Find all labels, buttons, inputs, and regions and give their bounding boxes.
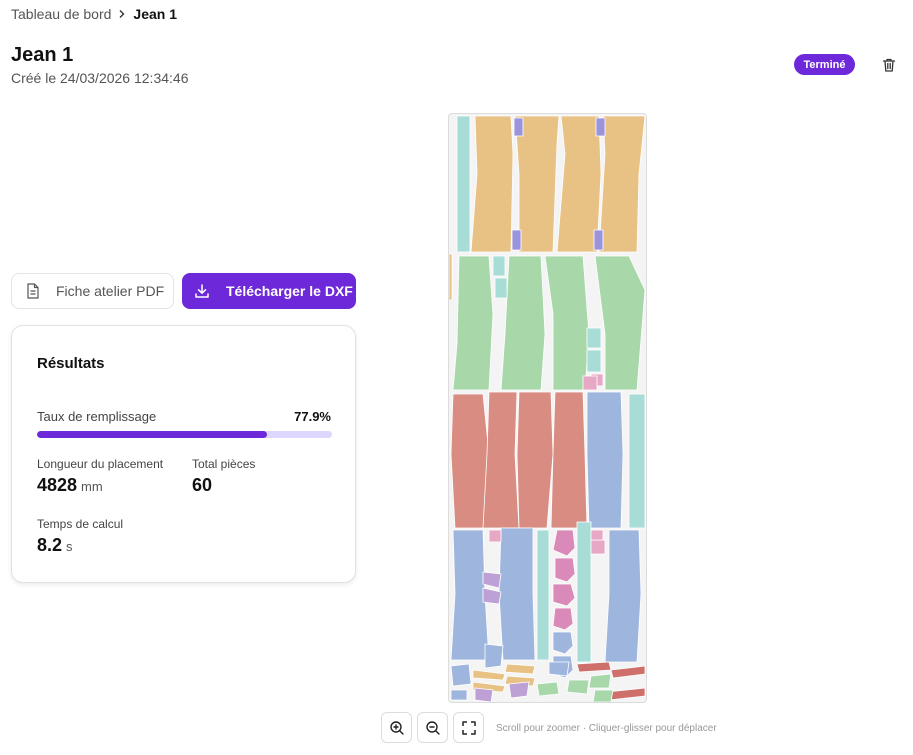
fill-rate-progress-fill [37, 431, 267, 438]
pdf-sheet-button[interactable]: Fiche atelier PDF [11, 273, 174, 309]
zoom-out-button[interactable] [417, 712, 448, 743]
time-stat: 8.2 s [37, 535, 73, 556]
orange-sliver-piece [449, 253, 453, 301]
orange-strip-piece [472, 669, 506, 681]
magenta-piece [552, 583, 576, 607]
time-label: Temps de calcul [37, 517, 124, 531]
orange-strip-piece [504, 663, 536, 675]
orange-leg-piece [470, 115, 514, 253]
teal-strip-piece [456, 115, 471, 253]
purple-small-piece [513, 117, 524, 137]
created-date: Créé le 24/03/2026 12:34:46 [11, 70, 189, 86]
fill-rate-value: 77.9% [294, 409, 331, 424]
nesting-canvas[interactable] [448, 113, 647, 703]
teal-strip-piece [536, 529, 550, 661]
length-label: Longueur du placement [37, 457, 164, 471]
fill-rate-label: Taux de remplissage [37, 409, 157, 424]
teal-small-piece [494, 277, 508, 299]
fullscreen-icon [461, 720, 476, 735]
pink-small-piece [488, 529, 502, 543]
chevron-right-icon [117, 7, 127, 22]
breadcrumb-current: Jean 1 [133, 6, 178, 22]
pdf-button-label: Fiche atelier PDF [56, 283, 165, 299]
green-leg-piece [544, 255, 590, 391]
red-leg-piece [450, 393, 490, 529]
green-small-piece [592, 689, 614, 702]
lavender-piece [482, 587, 502, 605]
blue-leg-piece [498, 527, 536, 661]
green-small-piece [566, 679, 590, 695]
canvas-hint: Scroll pour zoomer · Cliquer-glisser pou… [496, 723, 717, 734]
pieces-label: Total pièces [192, 457, 256, 471]
length-stat: 4828 mm [37, 475, 103, 496]
status-badge: Terminé [794, 54, 855, 75]
pieces-value: 60 [192, 475, 213, 495]
blue-small-piece [450, 663, 472, 687]
teal-small-piece [492, 255, 506, 277]
purple-small-piece [511, 229, 522, 251]
results-title: Résultats [37, 355, 105, 372]
red-leg-piece [516, 391, 554, 529]
pink-small-piece [590, 539, 606, 555]
green-leg-piece [594, 255, 646, 391]
lavender-piece [508, 681, 530, 699]
time-unit: s [66, 539, 73, 554]
purple-small-piece [593, 229, 604, 251]
teal-small-piece [586, 327, 602, 349]
download-dxf-button[interactable]: Télécharger le DXF [182, 273, 356, 309]
lavender-piece [482, 571, 502, 589]
brick-strip-piece [610, 665, 646, 679]
brick-strip-piece [576, 661, 612, 673]
red-leg-piece [550, 391, 588, 529]
blue-small-piece [484, 643, 504, 669]
orange-leg-piece [598, 115, 646, 253]
page-title: Jean 1 [11, 44, 74, 66]
results-card: Résultats Taux de remplissage 77.9% Long… [11, 325, 356, 583]
teal-strip-piece [628, 393, 646, 529]
length-unit: mm [81, 479, 103, 494]
nesting-layout-svg [449, 115, 646, 702]
blue-small-piece [450, 689, 468, 701]
blue-leg-piece [604, 529, 642, 663]
time-value: 8.2 [37, 535, 63, 555]
red-leg-piece [482, 391, 520, 529]
green-small-piece [588, 673, 612, 689]
green-small-piece [536, 681, 560, 697]
download-icon [195, 284, 209, 298]
green-leg-piece [500, 255, 546, 391]
zoom-in-button[interactable] [381, 712, 412, 743]
teal-small-piece [586, 349, 602, 373]
trash-icon [882, 58, 896, 72]
breadcrumb: Tableau de bord Jean 1 [11, 6, 177, 22]
green-leg-piece [452, 255, 494, 391]
blue-small-piece [548, 661, 570, 677]
fit-view-button[interactable] [453, 712, 484, 743]
magenta-piece [554, 557, 576, 583]
blue-small-piece [552, 631, 574, 655]
length-value: 4828 [37, 475, 78, 495]
document-icon [27, 283, 39, 299]
pink-small-piece [590, 529, 604, 541]
delete-button[interactable] [878, 54, 900, 76]
breadcrumb-dashboard-link[interactable]: Tableau de bord [11, 6, 111, 22]
purple-small-piece [595, 117, 606, 137]
blue-leg-piece [586, 391, 624, 529]
zoom-in-icon [389, 720, 404, 735]
magenta-piece [552, 607, 574, 631]
fill-rate-progress [37, 431, 332, 438]
zoom-out-icon [425, 720, 440, 735]
teal-strip-piece [576, 521, 592, 663]
pink-small-piece [582, 375, 598, 391]
magenta-piece [552, 529, 576, 557]
dxf-button-label: Télécharger le DXF [226, 283, 353, 299]
lavender-piece [474, 687, 494, 702]
